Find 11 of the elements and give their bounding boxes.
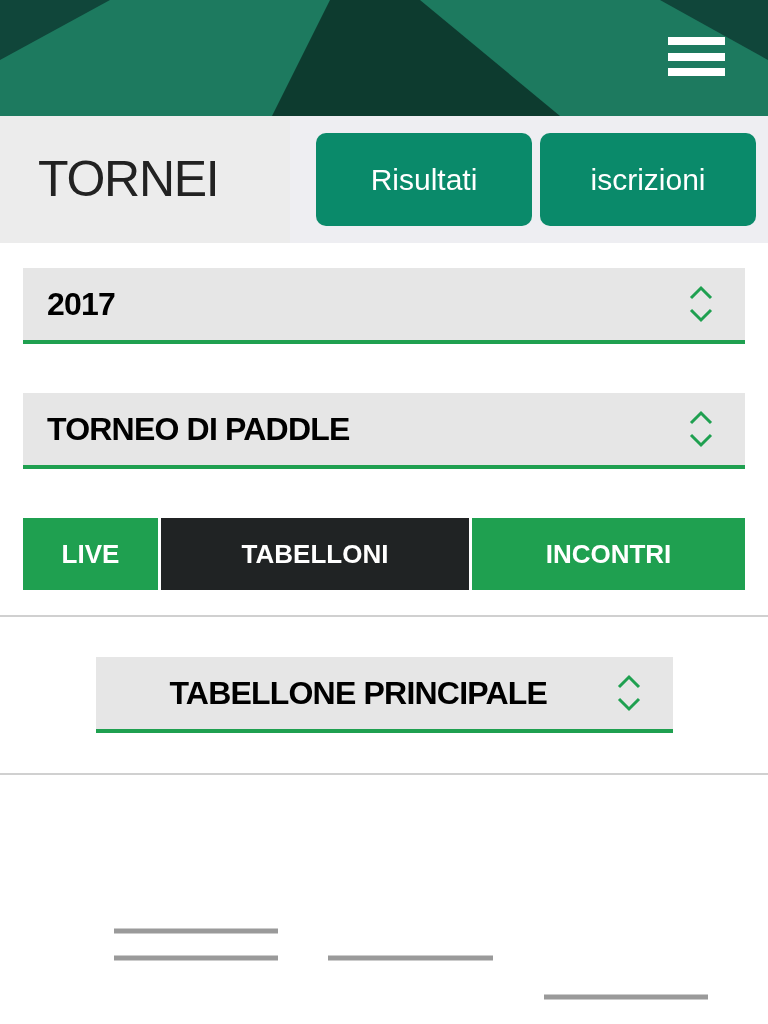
up-down-chevron-icon — [689, 284, 713, 324]
nav-button[interactable]: Risultati — [316, 133, 532, 226]
tab[interactable]: TABELLONI — [161, 518, 469, 590]
up-down-chevron-icon — [616, 673, 641, 713]
menu-icon[interactable] — [668, 37, 725, 76]
nav-button[interactable]: iscrizioni — [540, 133, 756, 226]
select-field[interactable]: TORNEO DI PADDLE — [23, 393, 745, 469]
select-field[interactable]: 2017 — [23, 268, 745, 344]
up-down-chevron-icon — [689, 409, 713, 449]
select-field[interactable]: TABELLONE PRINCIPALE — [95, 657, 673, 733]
page-title: TORNEI — [38, 150, 219, 209]
